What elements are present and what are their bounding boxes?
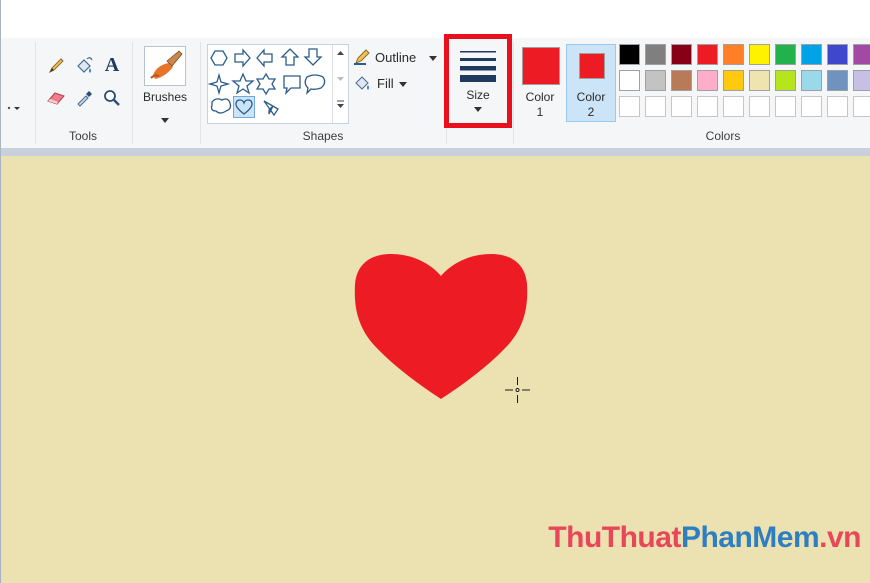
group-separator (35, 42, 36, 144)
colors-group-label: Colors (705, 129, 741, 143)
group-separator (132, 42, 133, 144)
five-point-star-icon (231, 72, 255, 95)
four-point-star-icon (208, 72, 231, 96)
watermark-part1: ThuThuat (548, 521, 681, 554)
fill-label: Fill (377, 76, 394, 91)
custom-color-slot[interactable] (775, 96, 796, 117)
left-arrow-icon (256, 48, 273, 68)
fill-icon (355, 76, 369, 90)
palette-swatch[interactable] (853, 70, 870, 91)
palette-swatch[interactable] (827, 44, 848, 65)
palette-swatch[interactable] (723, 70, 744, 91)
home-ribbon: A Tools Brushes Outline Fill Shapes Size… (1, 34, 870, 149)
oval-callout-icon (304, 74, 326, 95)
watermark-part2: PhanMem (680, 521, 820, 554)
palette-swatch[interactable] (749, 70, 770, 91)
palette-swatch[interactable] (827, 70, 848, 91)
heart-shape (354, 254, 528, 399)
color1-label-line1: Color (525, 90, 555, 104)
fill-bucket-icon[interactable] (73, 55, 95, 77)
eraser-icon[interactable] (45, 87, 67, 109)
brush-icon (144, 46, 186, 86)
select-dropdown-arrow[interactable] (7, 100, 21, 118)
custom-color-slot[interactable] (645, 96, 666, 117)
right-arrow-icon (234, 48, 251, 68)
up-arrow-icon (280, 48, 300, 66)
canvas-drawing (354, 254, 530, 403)
custom-color-slot[interactable] (619, 96, 640, 117)
color2-button[interactable]: Color 2 (566, 44, 616, 122)
fill-dropdown-arrow (399, 82, 407, 87)
line-width-icon (460, 51, 496, 82)
size-label: Size (466, 88, 490, 102)
shapes-group-label: Shapes (302, 129, 344, 143)
heart-shape-button[interactable] (233, 96, 255, 118)
palette-swatch[interactable] (801, 70, 822, 91)
pencil-icon[interactable] (45, 55, 67, 77)
size-dropdown-arrow (474, 107, 482, 112)
palette-swatch[interactable] (723, 44, 744, 65)
color2-label: Color 2 (567, 90, 615, 120)
custom-color-slot[interactable] (853, 96, 870, 117)
palette-swatch[interactable] (775, 44, 796, 65)
palette-swatch[interactable] (697, 44, 718, 65)
rect-callout-icon (283, 75, 301, 95)
title-bar (1, 0, 870, 39)
paint-window: A Tools Brushes Outline Fill Shapes Size… (0, 0, 870, 583)
text-tool-icon[interactable]: A (101, 54, 123, 76)
custom-color-slot[interactable] (801, 96, 822, 117)
palette-swatch[interactable] (801, 44, 822, 65)
custom-color-slot[interactable] (697, 96, 718, 117)
custom-color-slot[interactable] (827, 96, 848, 117)
custom-color-slot[interactable] (723, 96, 744, 117)
palette-swatch[interactable] (853, 44, 870, 65)
brushes-button[interactable]: Brushes (138, 44, 192, 124)
fill-button[interactable]: Fill (353, 74, 443, 94)
outline-dropdown-arrow (429, 56, 437, 61)
drawing-canvas[interactable] (1, 156, 870, 583)
six-point-star-icon (255, 72, 277, 96)
color2-label-line1: Color (576, 90, 606, 104)
cloud-callout-icon (210, 98, 232, 114)
palette-swatch[interactable] (671, 44, 692, 65)
color1-label: Color 1 (517, 90, 563, 120)
color-palette (619, 44, 870, 122)
text-tool-glyph: A (104, 53, 120, 76)
lightning-icon (263, 100, 279, 117)
watermark: ThuThuatPhanMem.vn (548, 521, 861, 555)
color2-label-line2: 2 (587, 105, 595, 119)
palette-swatch[interactable] (697, 70, 718, 91)
size-button[interactable]: Size (444, 34, 512, 128)
crosshair-cursor (505, 377, 530, 403)
hexagon-icon (210, 50, 228, 66)
brushes-label: Brushes (142, 90, 188, 104)
palette-swatch[interactable] (775, 70, 796, 91)
down-arrow-icon (303, 48, 323, 66)
outline-button[interactable]: Outline (353, 48, 443, 68)
color1-label-line2: 1 (536, 105, 544, 119)
outline-label: Outline (375, 50, 417, 65)
custom-color-slot[interactable] (671, 96, 692, 117)
shapes-gallery-icons (208, 48, 326, 117)
shapes-gallery (207, 44, 349, 124)
ribbon-bottom-strip (1, 148, 870, 156)
color1-swatch (522, 47, 560, 85)
shapes-scroll[interactable] (332, 45, 348, 123)
magnifier-icon[interactable] (101, 87, 123, 109)
palette-swatch[interactable] (645, 70, 666, 91)
palette-swatch[interactable] (749, 44, 770, 65)
color1-button[interactable]: Color 1 (517, 44, 563, 122)
palette-swatch[interactable] (645, 44, 666, 65)
tools-group-label: Tools (68, 129, 97, 143)
color2-swatch (579, 53, 605, 79)
color-picker-icon[interactable] (73, 87, 95, 109)
custom-color-slot[interactable] (749, 96, 770, 117)
watermark-part3: .vn (819, 521, 861, 554)
outline-icon (354, 49, 370, 65)
group-separator (200, 42, 201, 144)
palette-swatch[interactable] (619, 70, 640, 91)
brushes-dropdown-arrow (161, 110, 169, 128)
palette-swatch[interactable] (619, 44, 640, 65)
palette-swatch[interactable] (671, 70, 692, 91)
